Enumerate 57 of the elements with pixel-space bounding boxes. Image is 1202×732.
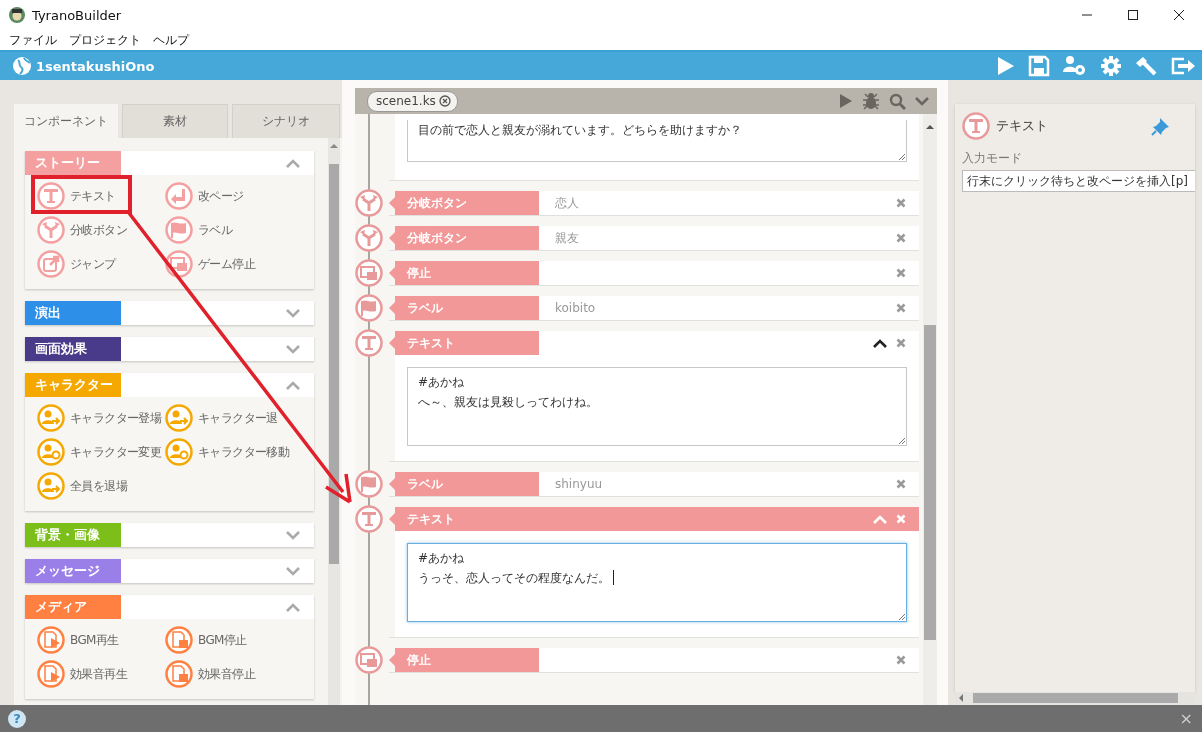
component-item[interactable]: キャラクター変更 xyxy=(37,435,165,469)
component-item[interactable]: テキスト xyxy=(37,179,165,213)
panel-tab[interactable]: コンポーネント xyxy=(14,104,118,138)
component-item[interactable]: ジャンプ xyxy=(37,247,165,281)
block-label: テキスト xyxy=(389,331,539,355)
panel-title: テキスト xyxy=(996,117,1048,135)
component-item[interactable]: キャラクター登場 xyxy=(37,401,165,435)
text-line: #あかね xyxy=(418,550,465,567)
menu-item[interactable]: ファイル xyxy=(3,31,63,49)
component-item[interactable]: 全員を退場 xyxy=(37,469,165,503)
section-header[interactable]: 画面効果 xyxy=(25,337,314,361)
input-mode-select[interactable]: 行末にクリック待ちと改ページを挿入[p] xyxy=(962,170,1195,192)
field-label: 入力モード xyxy=(962,150,1023,167)
block-value: 親友 xyxy=(555,229,579,247)
component-item[interactable]: ラベル xyxy=(165,213,314,247)
text-line: #あかね xyxy=(418,374,465,391)
text-area[interactable]: #あかね うっそ、恋人ってその程度なんだ。 xyxy=(407,543,907,622)
block-value: shinyuu xyxy=(555,477,603,491)
panel-tab[interactable]: シナリオ xyxy=(232,104,340,138)
text-area[interactable]: #あかね へ～、親友は見殺しってわけね。 xyxy=(407,367,907,446)
section-header[interactable]: 演出 xyxy=(25,301,314,325)
text-line: うっそ、恋人ってその程度なんだ。 xyxy=(418,568,614,588)
file-tab[interactable]: scene1.ks xyxy=(367,90,458,112)
block-header[interactable]: 分岐ボタン 恋人 xyxy=(389,191,919,216)
help-button[interactable]: ? xyxy=(8,709,26,728)
project-name: 1sentakushiOno xyxy=(36,58,156,74)
section-title[interactable]: メッセージ xyxy=(25,559,121,583)
menu-item[interactable]: ヘルプ xyxy=(147,31,195,49)
block-header[interactable]: ラベル shinyuu xyxy=(389,472,919,497)
component-item[interactable]: ゲーム停止 xyxy=(165,247,314,281)
text-line: へ～、親友は見殺しってわけね。 xyxy=(418,394,598,411)
menu-item[interactable]: プロジェクト xyxy=(63,31,147,49)
block-label: 停止 xyxy=(389,261,539,285)
component-item[interactable]: キャラクター移動 xyxy=(165,435,314,469)
block-header[interactable]: ラベル koibito xyxy=(389,296,919,321)
text-area[interactable]: 目の前で恋人と親友が溺れています。どちらを助けますか？ xyxy=(407,120,907,162)
window-title: TyranoBuilder xyxy=(32,7,123,23)
component-item[interactable]: BGM停止 xyxy=(165,623,314,657)
section-header[interactable]: メッセージ xyxy=(25,559,314,583)
block-header[interactable]: 分岐ボタン 親友 xyxy=(389,226,919,251)
component-item[interactable]: BGM再生 xyxy=(37,623,165,657)
component-item[interactable]: キャラクター退 xyxy=(165,401,314,435)
block-value: 恋人 xyxy=(555,194,579,212)
block-label: 分岐ボタン xyxy=(389,226,539,250)
component-item[interactable]: 分岐ボタン xyxy=(37,213,165,247)
block-label: 停止 xyxy=(389,648,539,672)
component-item[interactable]: 改ページ xyxy=(165,179,314,213)
component-item[interactable]: 効果音再生 xyxy=(37,657,165,691)
close-button[interactable]: × xyxy=(1179,709,1193,728)
section-title[interactable]: 画面効果 xyxy=(25,337,121,361)
block-value: koibito xyxy=(555,301,596,315)
block-label: ラベル xyxy=(389,296,539,320)
block-label: ラベル xyxy=(389,472,539,496)
component-item[interactable]: 効果音停止 xyxy=(165,657,314,691)
section-title[interactable]: 演出 xyxy=(25,301,121,325)
block-label: 分岐ボタン xyxy=(389,191,539,215)
panel-tab[interactable]: 素材 xyxy=(122,104,228,138)
